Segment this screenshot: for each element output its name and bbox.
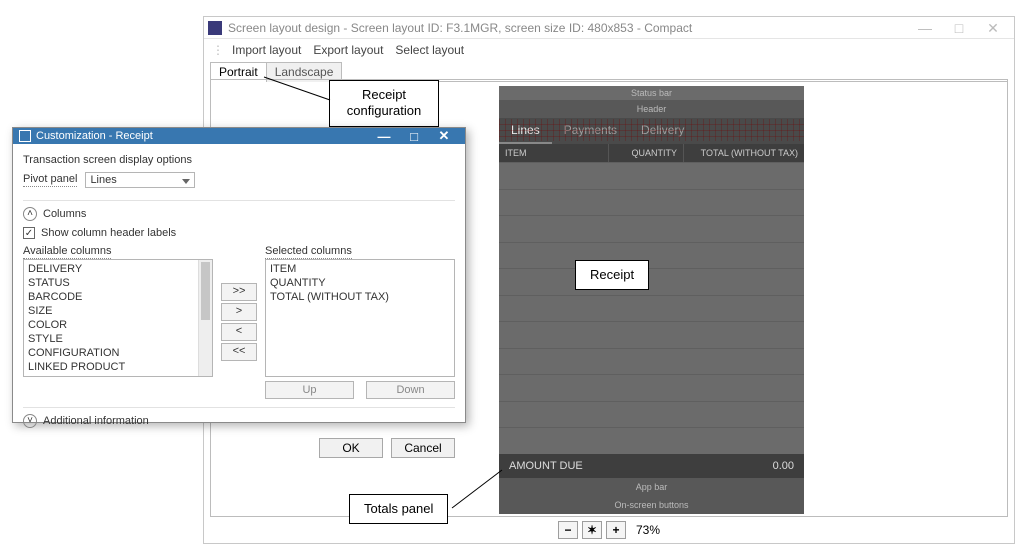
show-labels-text: Show column header labels [41,227,176,239]
zoom-value: 73% [636,523,660,537]
list-item[interactable]: STYLE [28,332,208,346]
move-left-button[interactable]: < [221,323,257,341]
preview-total-row: AMOUNT DUE 0.00 [499,454,804,478]
col-total: TOTAL (WITHOUT TAX) [684,144,804,162]
selected-listbox[interactable]: ITEM QUANTITY TOTAL (WITHOUT TAX) [265,259,455,377]
list-item[interactable]: QUANTITY [270,276,450,290]
dialog-footer: OK Cancel [13,432,465,466]
dialog-minimize-button[interactable]: — [369,129,399,144]
selected-heading: Selected columns [265,245,352,259]
preview-tabs: Lines Payments Delivery [499,118,804,144]
list-item[interactable]: CONFIGURATION [28,346,208,360]
cancel-button[interactable]: Cancel [391,438,455,458]
titlebar: Screen layout design - Screen layout ID:… [204,17,1014,39]
list-item[interactable]: LINKED PRODUCT [28,360,208,374]
list-item[interactable]: SIZE [28,304,208,318]
preview-statusbar: Status bar [499,86,804,100]
callout-receipt-config: Receiptconfiguration [329,80,439,127]
dialog-icon [19,130,31,142]
total-value: 0.00 [773,460,794,472]
move-right-button[interactable]: > [221,303,257,321]
zoom-fit-button[interactable]: ✶ [582,521,602,539]
app-icon [208,21,222,35]
list-item[interactable]: COLOR [28,318,208,332]
preview-appbar: App bar [499,478,804,496]
menu-select[interactable]: Select layout [395,43,464,57]
menubar: ⋮ Import layout Export layout Select lay… [204,39,1014,59]
callout-receipt: Receipt [575,260,649,290]
move-all-left-button[interactable]: << [221,343,257,361]
zoom-in-button[interactable]: + [606,521,626,539]
columns-expander[interactable]: ˄ Columns [23,207,455,221]
dialog-maximize-button[interactable]: □ [399,129,429,144]
move-all-right-button[interactable]: >> [221,283,257,301]
pivot-label: Pivot panel [23,173,77,187]
list-item[interactable]: ITEM [270,262,450,276]
preview-tab-lines[interactable]: Lines [499,118,552,144]
preview-column-headers: ITEM QUANTITY TOTAL (WITHOUT TAX) [499,144,804,162]
zoom-toolbar: − ✶ + 73% [204,521,1014,539]
pivot-select[interactable]: Lines [85,172,195,188]
chevron-down-icon: ˅ [23,414,37,428]
preview-rows [499,162,804,454]
show-labels-checkbox[interactable]: ✓ [23,227,35,239]
customization-dialog: Customization - Receipt — □ ✕ Transactio… [12,127,466,423]
preview-header: Header [499,100,804,118]
columns-heading: Columns [43,208,86,220]
menu-import[interactable]: Import layout [232,43,301,57]
list-item[interactable]: OFFER ID [28,374,208,377]
move-down-button[interactable]: Down [366,381,455,399]
additional-info-label: Additional information [43,415,149,427]
preview-tab-payments[interactable]: Payments [552,118,629,144]
ok-button[interactable]: OK [319,438,383,458]
window-title: Screen layout design - Screen layout ID:… [228,21,908,35]
minimize-button[interactable]: — [908,21,942,35]
receipt-preview[interactable]: Status bar Header Lines Payments Deliver… [499,86,804,514]
dialog-title: Customization - Receipt [36,130,369,142]
chevron-up-icon: ˄ [23,207,37,221]
callout-totals-panel: Totals panel [349,494,448,524]
section-heading: Transaction screen display options [23,154,455,166]
total-label: AMOUNT DUE [509,460,773,472]
move-up-button[interactable]: Up [265,381,354,399]
scrollbar[interactable] [198,260,212,376]
preview-tab-delivery[interactable]: Delivery [629,118,696,144]
zoom-out-button[interactable]: − [558,521,578,539]
close-button[interactable]: ✕ [976,21,1010,35]
available-listbox[interactable]: DELIVERY STATUS BARCODE SIZE COLOR STYLE… [23,259,213,377]
list-item[interactable]: STATUS [28,276,208,290]
dialog-titlebar: Customization - Receipt — □ ✕ [13,128,465,144]
preview-onscreen-buttons: On-screen buttons [499,496,804,514]
menu-export[interactable]: Export layout [313,43,383,57]
list-item[interactable]: BARCODE [28,290,208,304]
maximize-button[interactable]: □ [942,21,976,35]
additional-info-expander[interactable]: ˅ Additional information [23,414,455,428]
list-item[interactable]: TOTAL (WITHOUT TAX) [270,290,450,304]
menu-separator-icon: ⋮ [212,43,224,57]
dialog-close-button[interactable]: ✕ [429,128,459,144]
available-heading: Available columns [23,245,111,259]
col-quantity: QUANTITY [609,144,684,162]
col-item: ITEM [499,144,609,162]
list-item[interactable]: DELIVERY [28,262,208,276]
